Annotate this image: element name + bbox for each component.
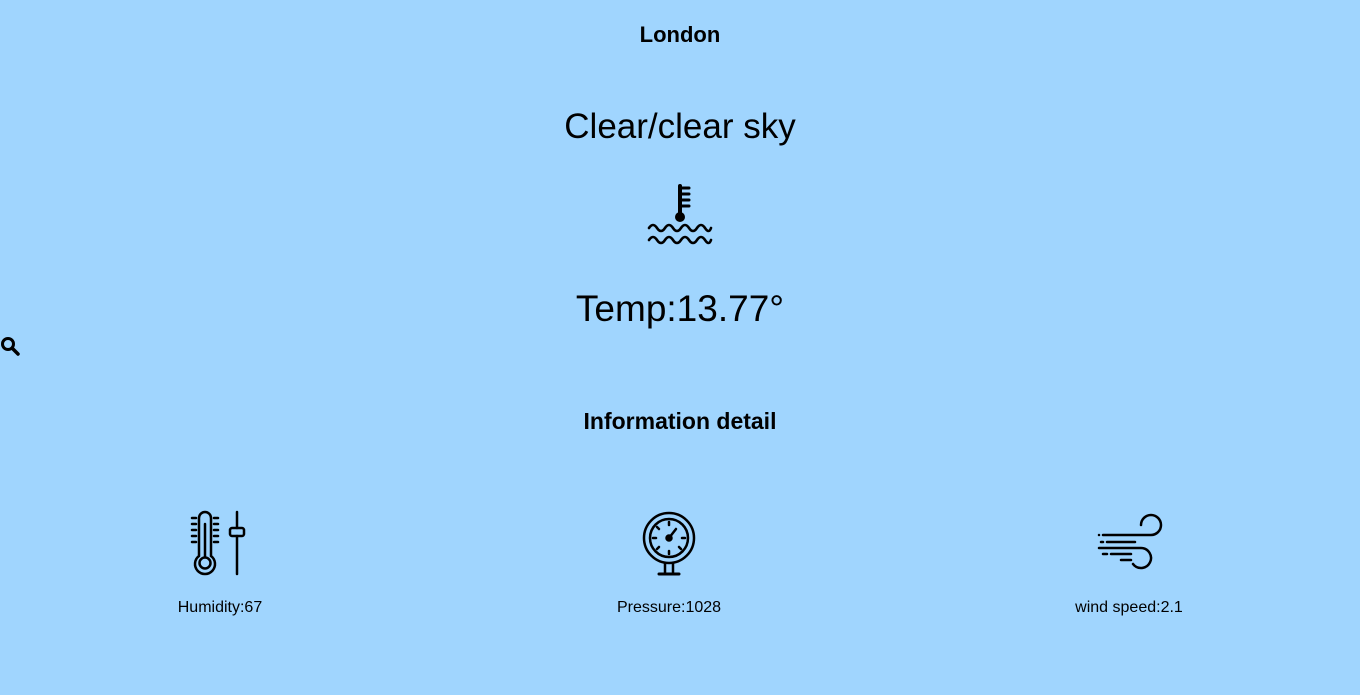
section-title: Information detail [583,408,777,434]
search-icon [1,337,20,356]
wind-icon [1097,513,1163,570]
thermometer-slider-icon [190,510,246,576]
city-name: London [639,22,721,47]
temperature-water-icon [647,184,713,245]
wind-detail: wind speed:2.1 [1019,510,1239,618]
pressure-label: Pressure:1028 [616,599,722,616]
humidity-detail: Humidity:67 [110,510,330,618]
wind-label: wind speed:2.1 [1075,599,1183,616]
pressure-gauge-icon [642,511,696,576]
temperature-value: Temp:13.77° [575,288,785,329]
search-button[interactable] [0,336,22,358]
humidity-label: Humidity:67 [177,599,263,616]
weather-condition: Clear/clear sky [564,107,796,146]
weather-page: London Clear/clear sky Temp:13.77° Infor… [0,0,1360,695]
pressure-detail: Pressure:1028 [559,510,779,618]
